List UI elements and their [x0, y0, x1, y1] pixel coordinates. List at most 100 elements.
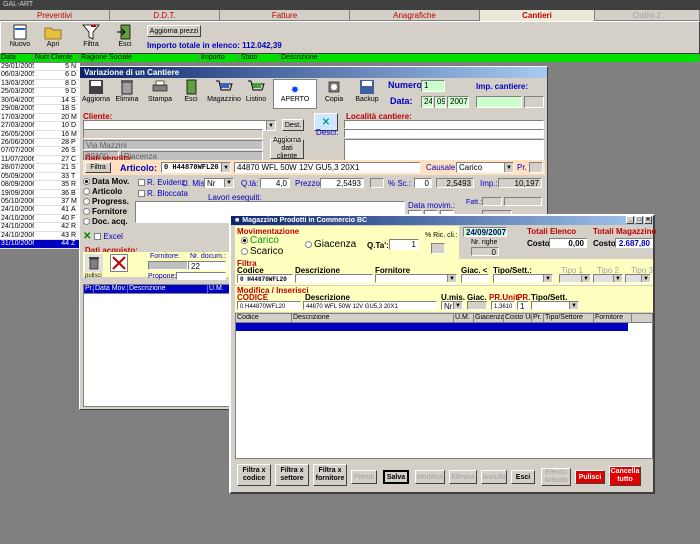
- list-row[interactable]: 26/06/2006 28 P: [0, 139, 80, 148]
- tab-cantieri[interactable]: Cantieri: [480, 10, 595, 21]
- mag-esci-button[interactable]: Esci: [511, 470, 535, 484]
- data-month-field[interactable]: 09: [434, 96, 446, 108]
- tab-d-d-t[interactable]: D.D.T.: [110, 10, 220, 21]
- excel-checkbox[interactable]: ✕ Excel: [83, 231, 123, 242]
- list-row[interactable]: 27/03/2006 10 D: [0, 122, 80, 131]
- elimina-button[interactable]: Elimina: [113, 79, 141, 107]
- data-year-field[interactable]: 2007: [447, 96, 469, 108]
- list-row[interactable]: 24/10/2006 42 R: [0, 223, 80, 232]
- list-row[interactable]: 17/03/2006 20 M: [0, 114, 80, 123]
- apri-button[interactable]: Apri: [39, 24, 67, 52]
- via-field[interactable]: Via Mazzini: [83, 140, 263, 150]
- cantieri-list[interactable]: 29/01/2005 5 N 06/03/2005 6 D 13/03/2005 8 D 25/0…: [0, 63, 80, 249]
- tipo3-select[interactable]: ▼: [625, 274, 651, 283]
- edit-pr-field[interactable]: 1: [517, 301, 529, 310]
- list-row[interactable]: 24/10/2006 41 A: [0, 206, 80, 215]
- tipo2-select[interactable]: ▼: [593, 274, 623, 283]
- ordina-radio-fornitore[interactable]: Fornitore: [83, 207, 137, 217]
- magazzino-button[interactable]: Magazzino: [207, 79, 241, 107]
- list-row[interactable]: 29/08/2005 18 S: [0, 105, 80, 114]
- annulla-button[interactable]: Annulla: [481, 470, 507, 484]
- filter-fornitore-select[interactable]: ▼: [375, 274, 457, 283]
- no-entry-button[interactable]: [110, 254, 128, 272]
- list-col-data[interactable]: Data: [0, 54, 34, 62]
- ordina-radio-articolo[interactable]: Articolo: [83, 187, 137, 197]
- filtra-fornitore-button[interactable]: Filtra x fornitore: [313, 464, 347, 486]
- tab-ordini-2[interactable]: Ordini 2: [595, 10, 700, 21]
- filtra-settore-button[interactable]: Filtra x settore: [275, 464, 309, 486]
- movimenti-grid[interactable]: Pr. Data Mov. Descrizione U.M.: [83, 284, 233, 407]
- stampa-button[interactable]: Stampa: [146, 79, 174, 107]
- list-row[interactable]: 31/10/2006 44 Z: [0, 240, 80, 249]
- list-col-cliente[interactable]: Cliente: [50, 54, 80, 62]
- list-row[interactable]: 06/03/2005 6 D: [0, 71, 80, 80]
- imp-cantiere-aux[interactable]: [524, 96, 544, 108]
- localita-field-2[interactable]: [344, 129, 544, 138]
- list-row[interactable]: 19/09/2006 36 B: [0, 190, 80, 198]
- esci-button[interactable]: Esci: [111, 24, 139, 52]
- prodotti-col[interactable]: Giacenza: [474, 314, 504, 322]
- tipo1-select[interactable]: ▼: [559, 274, 591, 283]
- pulisci-button-red[interactable]: Pulisci: [575, 470, 605, 484]
- maximize-button[interactable]: □: [635, 216, 643, 224]
- fornitore-field[interactable]: [148, 261, 188, 270]
- carico-radio[interactable]: Carico: [241, 235, 279, 246]
- r-evidenz-checkbox[interactable]: R. Evidenz.: [138, 178, 188, 187]
- nuovo-button[interactable]: Nuovo: [6, 24, 34, 52]
- list-row[interactable]: 13/03/2005 8 D: [0, 80, 80, 89]
- fatt-field-1[interactable]: [482, 197, 502, 206]
- filter-codice-field[interactable]: 0 H44870WFL20: [237, 274, 293, 283]
- edit-codice-field[interactable]: 0 H44870WFL20: [237, 301, 301, 310]
- list-row[interactable]: 05/10/2006 37 M: [0, 198, 80, 207]
- minimize-button[interactable]: _: [626, 216, 634, 224]
- list-row[interactable]: 28/07/2006 21 S: [0, 164, 80, 173]
- filtra-button[interactable]: Filtra: [77, 24, 105, 52]
- qta-field[interactable]: 4,0: [260, 178, 290, 188]
- tab-preventivi[interactable]: Preventivi: [0, 10, 110, 21]
- pr-field[interactable]: [529, 162, 543, 173]
- giacenza-radio[interactable]: Giacenza: [305, 239, 356, 250]
- mag-qta-field[interactable]: 1: [389, 239, 419, 250]
- prodotti-col[interactable]: Fornitore: [594, 314, 632, 322]
- prodotti-col[interactable]: Codice: [236, 314, 292, 322]
- aggiorna-cliente-button[interactable]: Aggiorna dati cliente: [270, 137, 304, 160]
- prodotti-col[interactable]: Tipo/Settore: [544, 314, 594, 322]
- nr-docum-field[interactable]: 22: [188, 261, 226, 270]
- prodotti-col[interactable]: Pr.: [532, 314, 544, 322]
- filter-giac-field[interactable]: [461, 274, 489, 283]
- dest-button[interactable]: Dest.: [282, 119, 304, 131]
- articolo-code-select[interactable]: 0 H44870WFL20 ▼: [161, 162, 231, 173]
- causale-select[interactable]: Carico ▼: [456, 162, 514, 173]
- filter-descrizione-field[interactable]: [295, 274, 373, 283]
- list-row[interactable]: 26/05/2006 16 M: [0, 131, 80, 139]
- list-row[interactable]: 29/01/2005 5 N: [0, 63, 80, 72]
- elenco-articolo-button[interactable]: Elenco Articolo: [541, 468, 571, 486]
- prendi-button[interactable]: Prendi: [351, 470, 377, 484]
- list-col-stato[interactable]: Stato: [240, 54, 280, 62]
- movimenti-col[interactable]: Pr.: [84, 285, 94, 293]
- list-row[interactable]: 11/07/2006 27 C: [0, 156, 80, 165]
- prodotti-col[interactable]: Costo Un.: [504, 314, 532, 322]
- tab-fatture[interactable]: Fatture: [220, 10, 350, 21]
- list-col-importo[interactable]: Importo: [200, 54, 240, 62]
- list-col-numero[interactable]: Numero: [34, 54, 50, 62]
- cancella-tutto-button[interactable]: Cancella tutto: [609, 466, 641, 486]
- backup-button[interactable]: Backup: [352, 79, 382, 107]
- filtra-codice-button[interactable]: Filtra x codice: [237, 464, 271, 486]
- list-row[interactable]: 25/03/2005 9 D: [0, 88, 80, 97]
- list-row[interactable]: 07/07/2006 26 S: [0, 147, 80, 156]
- aggiorna-prezzi-button[interactable]: Aggiorna prezzi: [147, 25, 201, 37]
- listino-button[interactable]: Listino: [242, 79, 270, 107]
- cliente-piva-field[interactable]: [83, 129, 263, 139]
- close-button[interactable]: ✕: [644, 216, 652, 224]
- filter-tiposett-select[interactable]: ▼: [493, 274, 553, 283]
- list-row[interactable]: 05/09/2006 33 T: [0, 173, 80, 182]
- list-col-ragione-sociale[interactable]: Ragione Sociale: [80, 54, 200, 62]
- sconto-field[interactable]: 0: [414, 178, 432, 188]
- tab-anagrafiche[interactable]: Anagrafiche: [350, 10, 480, 21]
- edit-prunit-field[interactable]: 1,3610: [491, 301, 515, 310]
- localita-field-1[interactable]: [344, 120, 544, 129]
- prodotti-col[interactable]: U.M.: [454, 314, 474, 322]
- ordina-radio-data-mov[interactable]: Data Mov.: [83, 177, 137, 187]
- ordina-radio-progress[interactable]: Progress.: [83, 197, 137, 207]
